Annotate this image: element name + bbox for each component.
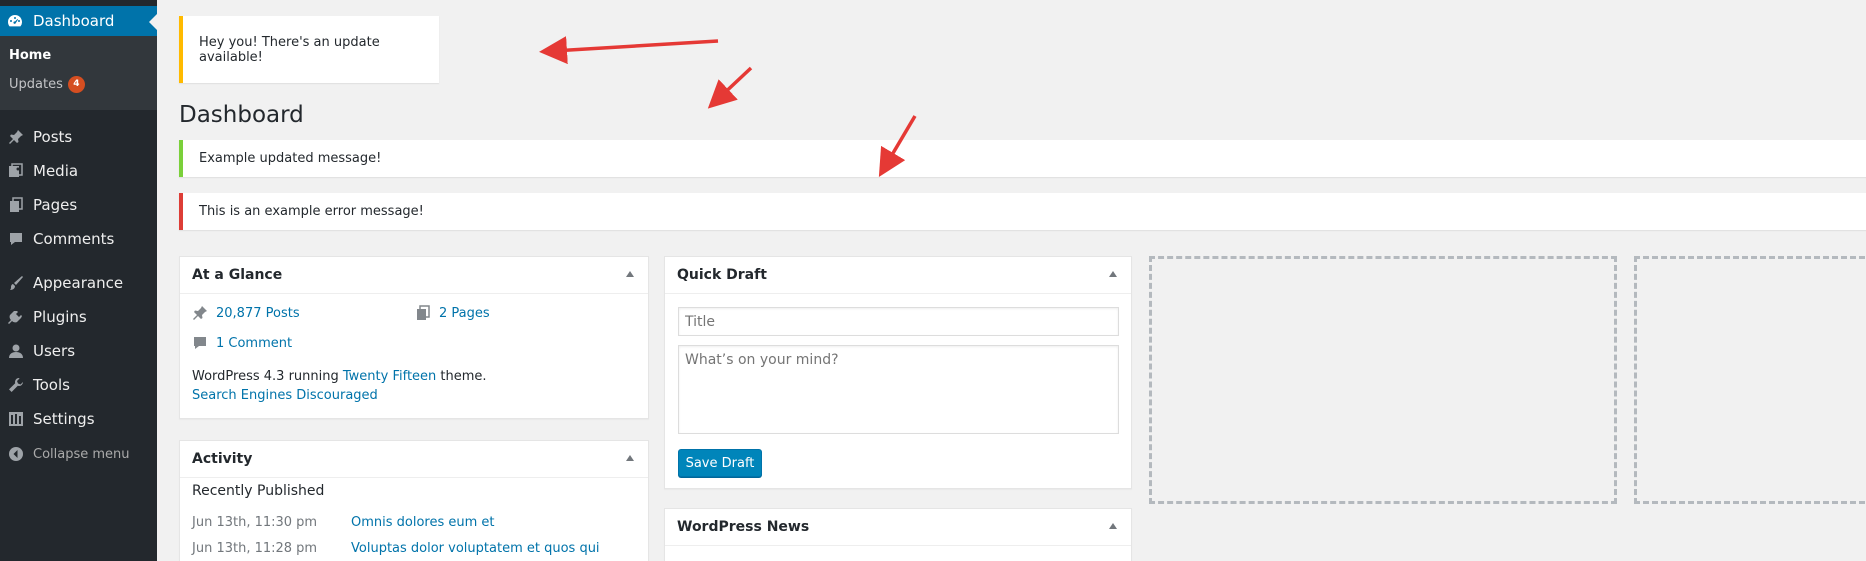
arrow-to-notices bbox=[878, 115, 917, 178]
annotation-arrows bbox=[539, 36, 917, 178]
arrow-to-nag-notice bbox=[539, 36, 719, 65]
arrow-to-page-title bbox=[707, 66, 753, 109]
